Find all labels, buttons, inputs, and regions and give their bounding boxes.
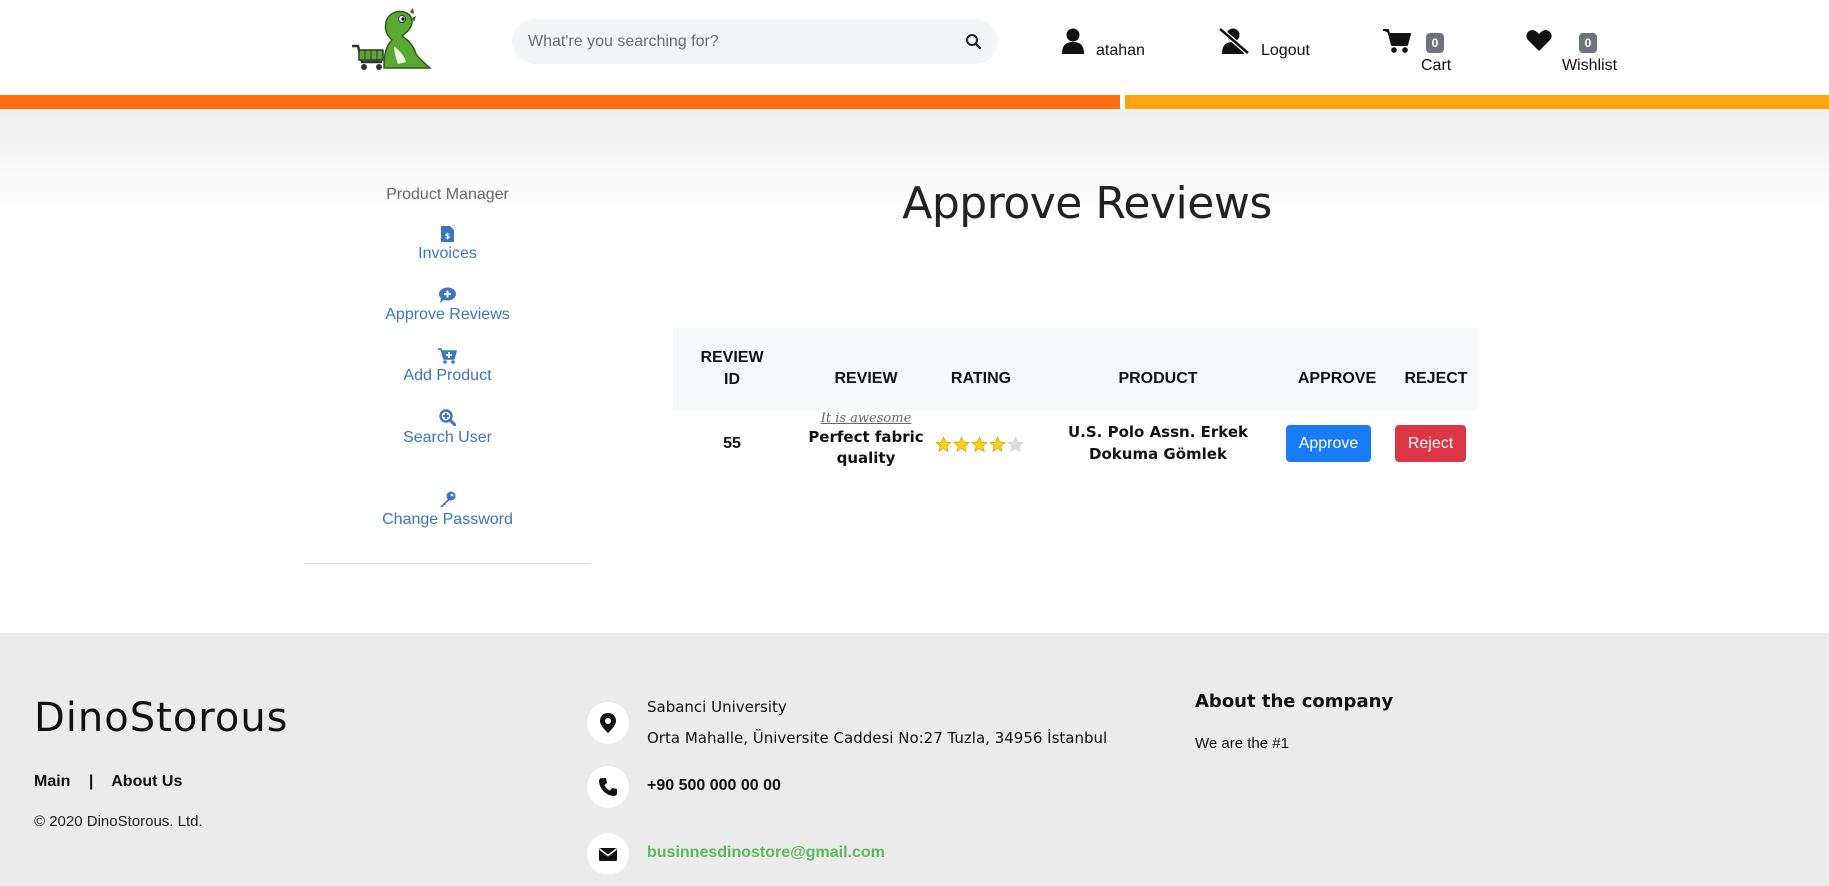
footer-link-main[interactable]: Main: [34, 773, 70, 790]
rating-stars: [935, 436, 1035, 458]
col-header-review: REVIEW: [834, 370, 898, 387]
dinosaur-logo-icon[interactable]: [350, 6, 432, 72]
col-header-rating: RATING: [950, 370, 1012, 387]
footer-brand: DinoStorous: [34, 695, 289, 741]
search-icon[interactable]: [965, 33, 982, 50]
user-slash-icon: [1218, 27, 1250, 59]
svg-text:$: $: [445, 232, 451, 241]
phone-icon: [587, 766, 629, 808]
cart-link[interactable]: 0 Cart: [1383, 26, 1483, 76]
col-header-product: PRODUCT: [1118, 370, 1198, 387]
footer-address-line2: Orta Mahalle, Üniversite Caddesi No:27 T…: [647, 729, 1108, 747]
cart-label: Cart: [1421, 57, 1452, 74]
cart-plus-icon: [304, 348, 591, 364]
sidebar-divider: [304, 563, 591, 564]
search-plus-icon: [304, 409, 591, 426]
review-body-line2: quality: [836, 449, 896, 467]
col-header-review-id: REVIEW ID: [673, 347, 791, 391]
table-row: 55 It is awesome Perfect fabric quality …: [673, 410, 1478, 480]
sidebar-item-change-password[interactable]: Change Password: [304, 491, 591, 529]
site-header: atahan Logout 0 Cart 0 Wishlist: [0, 0, 1829, 96]
wishlist-count-badge: 0: [1579, 33, 1597, 53]
footer-about-text: We are the #1: [1195, 735, 1289, 752]
heart-icon: [1526, 29, 1552, 56]
review-title: It is awesome: [820, 411, 912, 426]
col-header-review-id-line2: ID: [724, 371, 740, 388]
cart-icon: [1383, 28, 1411, 59]
user-account-link[interactable]: atahan: [1062, 26, 1162, 76]
product-cell: U.S. Polo Assn. Erkek Dokuma Gömlek: [1058, 421, 1258, 465]
sidebar-item-label: Change Password: [382, 511, 513, 528]
table-header: REVIEW ID REVIEW RATING PRODUCT APPROVE …: [673, 328, 1478, 410]
footer-address-line1: Sabanci University: [647, 698, 787, 716]
sidebar-title: Product Manager: [386, 186, 509, 203]
star-filled-icon: [989, 436, 1006, 453]
product-name-line2: Dokuma Gömlek: [1089, 445, 1227, 463]
sidebar-item-search-user[interactable]: Search User: [304, 409, 591, 447]
sidebar-item-invoices[interactable]: $ Invoices: [304, 226, 591, 263]
sidebar-item-label: Add Product: [403, 367, 492, 384]
header-stripe-yellow: [1125, 95, 1829, 109]
star-filled-icon: [971, 436, 988, 453]
footer-links: Main | About Us: [34, 773, 182, 791]
col-header-reject: REJECT: [1404, 370, 1468, 387]
wishlist-link[interactable]: 0 Wishlist: [1526, 26, 1636, 76]
user-icon: [1062, 28, 1084, 59]
col-header-review-id-line1: REVIEW: [700, 349, 764, 366]
site-footer: DinoStorous Main | About Us © 2020 DinoS…: [0, 633, 1829, 886]
invoice-icon: $: [304, 226, 591, 242]
user-name-label: atahan: [1096, 42, 1145, 59]
page-title: Approve Reviews: [902, 178, 1272, 229]
review-id-cell: 55: [723, 435, 741, 452]
sidebar-item-approve-reviews[interactable]: Approve Reviews: [304, 287, 591, 324]
footer-about-title: About the company: [1195, 691, 1394, 712]
reject-button[interactable]: Reject: [1395, 425, 1466, 462]
logout-label: Logout: [1261, 42, 1310, 59]
footer-link-about[interactable]: About Us: [111, 773, 182, 790]
star-filled-icon: [935, 436, 952, 453]
product-name-line1: U.S. Polo Assn. Erkek: [1068, 423, 1248, 441]
review-cell: It is awesome Perfect fabric quality: [791, 411, 941, 469]
logout-link[interactable]: Logout: [1218, 26, 1339, 76]
cart-count-badge: 0: [1426, 33, 1444, 53]
search-input[interactable]: [528, 19, 948, 64]
sidebar-item-label: Invoices: [418, 245, 477, 262]
review-body-line1: Perfect fabric: [808, 428, 924, 446]
approve-button[interactable]: Approve: [1286, 425, 1371, 462]
footer-link-separator: |: [88, 773, 94, 790]
location-icon: [587, 702, 629, 744]
envelope-icon: [587, 833, 629, 875]
star-filled-icon: [953, 436, 970, 453]
header-stripe-orange: [0, 95, 1120, 109]
wishlist-label: Wishlist: [1562, 57, 1618, 74]
sidebar-item-label: Search User: [403, 429, 492, 446]
comment-plus-icon: [304, 287, 591, 303]
footer-copyright: © 2020 DinoStorous. Ltd.: [34, 813, 203, 830]
sidebar-item-label: Approve Reviews: [385, 306, 510, 323]
key-icon: [304, 491, 591, 508]
footer-phone: +90 500 000 00 00: [647, 777, 781, 794]
footer-email-link[interactable]: businnesdinostore@gmail.com: [647, 844, 885, 862]
search-bar: [512, 19, 998, 64]
sidebar-item-add-product[interactable]: Add Product: [304, 348, 591, 385]
col-header-approve: APPROVE: [1297, 370, 1377, 387]
star-empty-icon: [1007, 436, 1024, 453]
